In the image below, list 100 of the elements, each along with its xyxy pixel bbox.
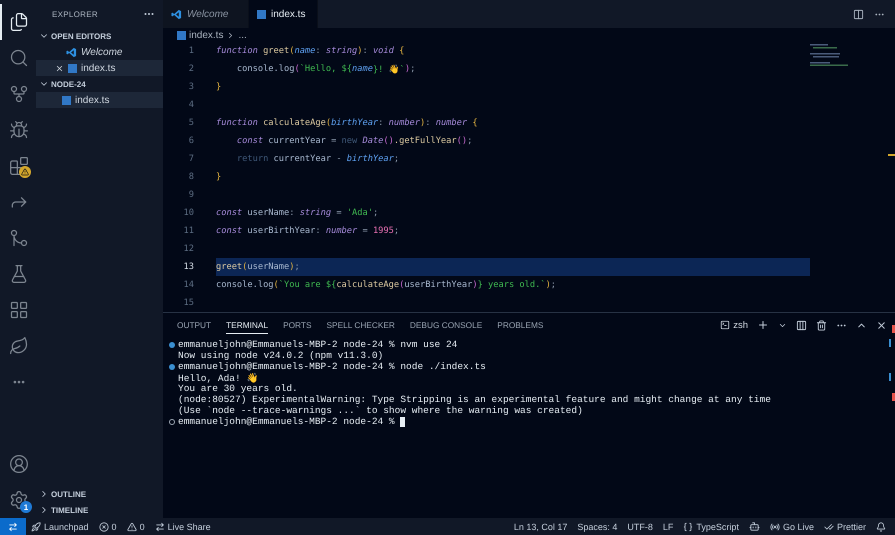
editor-tab[interactable]: Welcome — [163, 0, 249, 28]
section-title: TIMELINE — [51, 506, 88, 514]
remote-icon — [8, 522, 18, 532]
line-number: 14 — [182, 280, 195, 290]
line-number: 2 — [188, 64, 195, 74]
line-number: 4 — [188, 100, 195, 110]
settings-button[interactable]: 1 — [0, 482, 36, 518]
status-item[interactable]: Launchpad — [26, 518, 94, 535]
typescript-file-icon — [177, 30, 186, 40]
add-icon[interactable] — [757, 319, 769, 331]
panel-tab[interactable]: PROBLEMS — [497, 316, 544, 334]
code-line: console.log(`Hello, ${name}! 👋`); — [236, 63, 416, 76]
trash-icon[interactable] — [816, 320, 827, 330]
bell-icon — [876, 522, 886, 532]
status-item[interactable]: UTF-8 — [622, 518, 658, 535]
code-line: const userName: string = 'Ada'; — [216, 207, 380, 220]
terminal-output: Hello, Ada! 👋 — [178, 372, 258, 384]
panel-tab[interactable]: TERMINAL — [226, 316, 268, 334]
line-number: 9 — [188, 190, 195, 200]
files-icon — [9, 12, 29, 32]
terminal-command: emmanueljohn@Emmanuels-MBP-2 node-24 % node ./index.ts — [178, 361, 487, 372]
terminal-command: emmanueljohn@Emmanuels-MBP-2 node-24 % nvm use 24 — [178, 339, 458, 350]
code-editor-logo-icon — [171, 8, 182, 20]
close-icon[interactable] — [55, 64, 64, 72]
code-line: function greet(name: string): void { — [216, 45, 406, 58]
rocket-icon — [31, 522, 41, 532]
section-header[interactable]: NODE-24 — [36, 76, 163, 92]
terminal-icon — [720, 320, 730, 330]
leaf-icon — [9, 336, 29, 356]
status-item[interactable]: LF — [658, 518, 678, 535]
section-header[interactable]: OPEN EDITORS — [36, 28, 163, 44]
panel-tab[interactable]: OUTPUT — [177, 316, 212, 334]
merge-icon — [9, 228, 29, 248]
code-editor-logo-icon — [66, 46, 77, 58]
terminal-output: (Use `node --trace-warnings ...` to show where the warning was created) — [178, 405, 583, 416]
file-name: index.ts — [75, 94, 110, 106]
terminal-selector[interactable]: zsh — [720, 320, 748, 330]
terminal-output: (node:80527) ExperimentalWarning: Type Stripping is an experimental feature and might change at any time — [178, 394, 771, 405]
broadcast-icon — [770, 522, 780, 532]
flask-icon — [9, 264, 29, 284]
section-header[interactable]: TIMELINE — [36, 502, 163, 518]
line-number: 10 — [182, 208, 195, 218]
live-share-icon — [154, 522, 165, 532]
section-title: NODE-24 — [51, 80, 86, 88]
panel-tab[interactable]: DEBUG CONSOLE — [410, 316, 482, 334]
typescript-file-icon — [68, 64, 77, 72]
line-number: 12 — [182, 244, 195, 254]
status-item[interactable]: Live Share — [150, 518, 216, 535]
split-terminal-icon[interactable] — [796, 320, 807, 330]
code-line: } — [216, 171, 222, 184]
status-item[interactable]: Prettier — [818, 518, 871, 535]
account-icon — [9, 454, 29, 474]
section-title: OPEN EDITORS — [51, 32, 112, 40]
file-item[interactable]: index.ts — [36, 60, 163, 76]
close-icon[interactable] — [876, 320, 887, 330]
status-item[interactable]: 0 — [94, 518, 122, 535]
sidebar-title: EXPLORER — [52, 10, 98, 18]
minimap-drawing — [810, 44, 850, 66]
line-number: 7 — [188, 154, 195, 164]
warning-icon — [126, 522, 137, 532]
line-number: 11 — [182, 226, 195, 236]
status-item[interactable]: Ln 13, Col 17 — [508, 518, 572, 535]
code-line: function calculateAge(birthYear: number): number { — [216, 117, 479, 130]
code-line: const userBirthYear: number = 1995; — [216, 225, 400, 238]
breadcrumb-item[interactable]: index.ts — [189, 30, 224, 40]
grid-icon — [9, 300, 29, 320]
file-item[interactable]: index.ts — [36, 92, 163, 108]
section-title: OUTLINE — [51, 490, 86, 498]
status-item[interactable]: Spaces: 4 — [572, 518, 622, 535]
line-number: 8 — [188, 172, 195, 182]
blocks-icon — [9, 156, 29, 176]
search-icon — [9, 48, 29, 68]
terminal-command: emmanueljohn@Emmanuels-MBP-2 node-24 % — [178, 416, 396, 427]
typescript-file-icon — [62, 96, 71, 104]
line-number: 5 — [188, 118, 195, 128]
line-number: 6 — [188, 136, 195, 146]
editor-tab[interactable]: index.ts — [249, 0, 318, 28]
code-line: console.log(`You are ${calculateAge(userBirthYear)} years old.`); — [216, 279, 558, 292]
terminal-output: Now using node v24.0.2 (npm v11.3.0) — [178, 350, 384, 361]
line-number: 13 — [182, 262, 195, 272]
notification-badge: 1 — [20, 501, 32, 513]
copilot-icon — [748, 521, 760, 532]
line-number: 1 — [188, 46, 195, 56]
panel-tab[interactable]: PORTS — [283, 316, 312, 334]
status-item[interactable]: TypeScript — [678, 518, 744, 535]
code-line: return currentYear - birthYear; — [236, 153, 400, 166]
file-item[interactable]: Welcome — [36, 44, 163, 60]
breadcrumb-item[interactable]: ... — [238, 30, 247, 40]
status-item[interactable]: Go Live — [764, 518, 819, 535]
error-icon — [98, 522, 109, 532]
split-editor-icon[interactable] — [853, 8, 864, 20]
bug-icon — [9, 120, 29, 140]
section-header[interactable]: OUTLINE — [36, 486, 163, 502]
line-number: 3 — [188, 82, 195, 92]
status-item[interactable]: 0 — [122, 518, 150, 535]
terminal-output: You are 30 years old. — [178, 383, 298, 394]
file-name: Welcome — [81, 46, 122, 58]
remote-button[interactable] — [0, 518, 26, 535]
panel-tab[interactable]: SPELL CHECKER — [326, 316, 395, 334]
code-line: } — [216, 81, 222, 94]
